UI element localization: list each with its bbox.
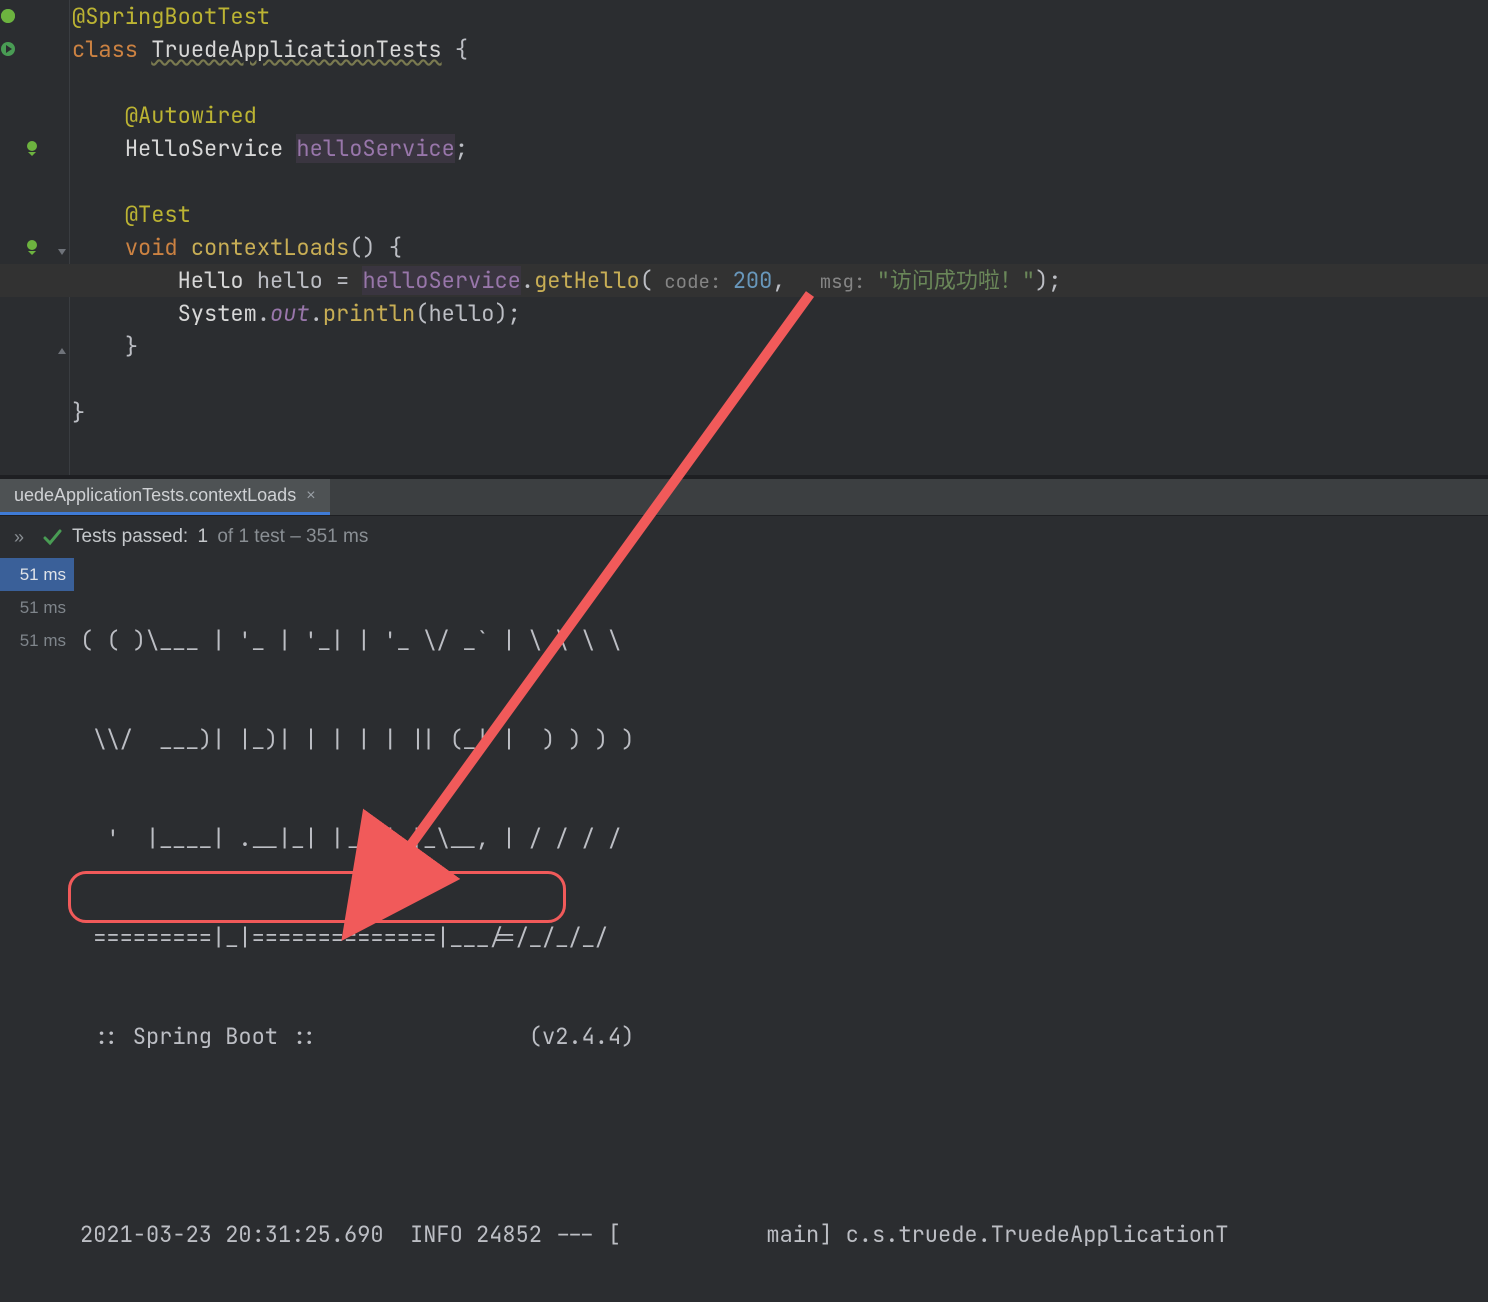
test-time[interactable]: 51 ms	[0, 558, 74, 591]
test-tree-times: 51 ms 51 ms 51 ms	[0, 558, 74, 1302]
string-literal: "访问成功啦！"	[877, 266, 1035, 295]
status-text: Tests passed: 1 of 1 test – 351 ms	[72, 526, 368, 548]
annotation: @Test	[125, 200, 191, 229]
brace: {	[376, 233, 402, 262]
status-of: of 1 test – 351 ms	[217, 526, 368, 547]
close-icon[interactable]: ×	[306, 487, 315, 505]
expand-chevron-icon[interactable]: »	[14, 527, 24, 548]
console-line: 2021-03-23 20:31:25.690 INFO 24852 --- […	[80, 1218, 1488, 1251]
console-output[interactable]: ( ( )\___ | '_ | '_| | '_ \/ _` | \ \ \ …	[74, 558, 1488, 1302]
dot: .	[521, 266, 534, 295]
code-editor[interactable]: @SpringBootTest class TruedeApplicationT…	[0, 0, 1488, 475]
class-name: TruedeApplicationTests	[151, 35, 441, 64]
annotation: @Autowired	[125, 101, 257, 130]
println: println	[323, 299, 415, 328]
param-hint-msg: msg:	[786, 269, 877, 294]
parens: ()	[349, 233, 375, 262]
test-status-bar: » Tests passed: 1 of 1 test – 351 ms	[0, 516, 1488, 558]
comma: ,	[772, 266, 785, 295]
dot: .	[310, 299, 323, 328]
spring-bean-icon[interactable]	[0, 8, 16, 24]
field: helloService	[296, 134, 454, 163]
fold-collapse-icon[interactable]	[56, 242, 68, 254]
console-line	[80, 1119, 1488, 1152]
console-line: :: Spring Boot :: (v2.4.4)	[80, 1020, 1488, 1053]
fold-expand-icon[interactable]	[56, 341, 68, 353]
semicolon: ;	[455, 134, 468, 163]
dot: .	[257, 299, 270, 328]
console-line: \\/ ___)| |_)| | | | | || (_| | ) ) ) )	[80, 723, 1488, 756]
fold-bar	[58, 0, 70, 475]
console-line: ( ( )\___ | '_ | '_| | '_ \/ _` | \ \ \ …	[80, 624, 1488, 657]
type: HelloService	[125, 134, 283, 163]
brace-close: }	[72, 398, 85, 427]
status-count: 1	[197, 526, 208, 547]
check-icon	[42, 527, 62, 547]
type: Hello	[178, 266, 244, 295]
console-line: =========|_|==============|___/=/_/_/_/	[80, 921, 1488, 954]
console-line: ' |____| .__|_| |_|_| |_\__, | / / / /	[80, 822, 1488, 855]
param-hint-code: code:	[653, 269, 733, 294]
number-literal: 200	[733, 266, 773, 295]
out-field: out	[270, 299, 310, 328]
keyword-class: class	[72, 35, 138, 64]
arg: hello	[428, 299, 494, 328]
test-time[interactable]: 51 ms	[0, 624, 74, 657]
variable: hello	[257, 266, 323, 295]
annotation: @SpringBootTest	[72, 2, 270, 31]
run-tab-bar: uedeApplicationTests.contextLoads ×	[0, 479, 1488, 516]
run-tab[interactable]: uedeApplicationTests.contextLoads ×	[0, 479, 330, 515]
paren-open: (	[415, 299, 428, 328]
equals: =	[323, 266, 363, 295]
brace-close: }	[125, 332, 138, 361]
test-time[interactable]: 51 ms	[0, 591, 74, 624]
spring-nav-icon[interactable]	[24, 140, 40, 156]
paren-close: );	[1035, 266, 1061, 295]
paren-close: );	[494, 299, 520, 328]
run-gutter-icon[interactable]	[0, 41, 16, 57]
method-call: getHello	[534, 266, 640, 295]
run-tab-label: uedeApplicationTests.contextLoads	[14, 485, 296, 506]
spring-nav-icon[interactable]	[24, 239, 40, 255]
paren-open: (	[640, 266, 653, 295]
code-content[interactable]: @SpringBootTest class TruedeApplicationT…	[72, 0, 1488, 429]
keyword-void: void	[125, 233, 178, 262]
field-ref: helloService	[362, 266, 520, 295]
method-name: contextLoads	[191, 233, 349, 262]
system-class: System	[178, 299, 257, 328]
console-panel: 51 ms 51 ms 51 ms ( ( )\___ | '_ | '_| |…	[0, 558, 1488, 1302]
brace: {	[442, 35, 468, 64]
status-prefix: Tests passed:	[72, 526, 188, 547]
